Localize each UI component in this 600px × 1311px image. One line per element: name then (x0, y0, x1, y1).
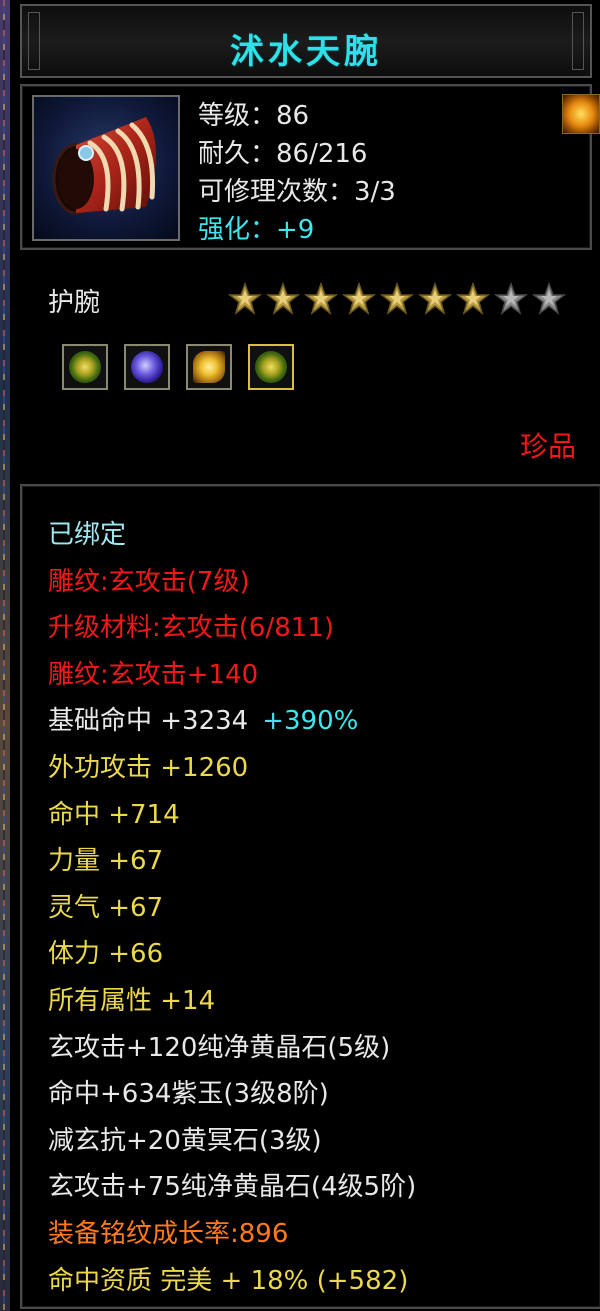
star-filled-icon (380, 282, 414, 315)
attribute-line: 力量 +67 (48, 842, 416, 889)
attribute-line: 外功攻击 +1260 (48, 749, 416, 796)
attribute-line: 命中资质 完美 + 18% (+582) (48, 1262, 416, 1309)
yellow-green-gem-icon[interactable] (62, 344, 108, 390)
purple-jade-gem-icon[interactable] (124, 344, 170, 390)
attribute-text: 已绑定 (48, 520, 127, 550)
attribute-text: 装备铭纹成长率:896 (48, 1218, 289, 1249)
attribute-line: 命中 +714 (48, 796, 416, 843)
star-filled-icon (342, 282, 376, 315)
attribute-text: 命中资质 完美 + 18% (+582) (48, 1265, 409, 1296)
star-filled-icon (456, 282, 490, 315)
item-enhance: 强化：+9 (198, 215, 315, 245)
attribute-bonus-percent: +390% (262, 706, 359, 737)
attribute-line: 减玄抗+20黄冥石(3级) (48, 1122, 416, 1169)
attribute-text: 灵气 +67 (48, 892, 164, 923)
attribute-text: 所有属性 +14 (48, 985, 216, 1016)
item-quality: 珍品 (519, 430, 576, 463)
attribute-text: 力量 +67 (48, 846, 164, 877)
attribute-line: 雕纹:玄攻击+140 (48, 656, 416, 703)
attribute-text: 雕纹:玄攻击+140 (48, 659, 259, 690)
item-type: 护腕 (48, 288, 101, 318)
star-rating (228, 282, 566, 316)
attribute-text: 玄攻击+120纯净黄晶石(5级) (48, 1032, 391, 1063)
item-repair-count: 可修理次数：3/3 (198, 177, 396, 207)
attribute-line: 体力 +66 (48, 935, 416, 982)
yellow-crystal-gem-icon[interactable] (186, 344, 232, 390)
star-filled-icon (228, 282, 262, 315)
star-empty-icon (532, 282, 566, 315)
title-bar: 沭水天腕 (20, 4, 592, 78)
attribute-text: 减玄抗+20黄冥石(3级) (48, 1125, 322, 1156)
attribute-line: 所有属性 +14 (48, 982, 416, 1029)
attribute-line: 升级材料:玄攻击(6/811) (48, 609, 416, 656)
item-name: 沭水天腕 (230, 32, 382, 72)
attribute-text: 命中+634紫玉(3级8阶) (48, 1079, 329, 1110)
item-durability: 耐久：86/216 (198, 139, 368, 169)
star-filled-icon (418, 282, 452, 315)
attribute-text: 命中 +714 (48, 799, 180, 830)
bracer-icon (32, 95, 180, 241)
attribute-text: 体力 +66 (48, 939, 164, 970)
item-level: 等级：86 (198, 101, 310, 131)
attribute-text: 玄攻击+75纯净黄晶石(4级5阶) (48, 1172, 417, 1203)
background-edge (0, 0, 10, 1311)
attribute-line: 命中+634紫玉(3级8阶) (48, 1075, 416, 1122)
attribute-line: 灵气 +67 (48, 889, 416, 936)
attribute-list: 已绑定雕纹:玄攻击(7级) 升级材料:玄攻击(6/811) 雕纹:玄攻击+140 基础… (48, 516, 416, 1308)
attribute-text: 基础命中 +3234 (48, 706, 249, 737)
attribute-line: 装备铭纹成长率:896 (48, 1215, 416, 1262)
yellow-green-gem-icon[interactable] (248, 344, 294, 390)
attribute-line: 玄攻击+120纯净黄晶石(5级) (48, 1029, 416, 1076)
flame-badge-icon (562, 94, 600, 134)
gem-slots (62, 344, 294, 390)
item-tooltip: 沭水天腕 等级：86 耐久：86/216 可修理次数：3/3 强化：+9 护腕 … (10, 0, 600, 1311)
attribute-line: 已绑定 (48, 516, 416, 563)
star-filled-icon (304, 282, 338, 315)
star-filled-icon (266, 282, 300, 315)
attribute-text: 雕纹:玄攻击(7级) (48, 566, 250, 597)
attribute-text: 外功攻击 +1260 (48, 752, 249, 783)
star-empty-icon (494, 282, 528, 315)
attribute-line: 雕纹:玄攻击(7级) (48, 563, 416, 610)
attribute-text: 升级材料:玄攻击(6/811) (48, 613, 334, 644)
attribute-line: 玄攻击+75纯净黄晶石(4级5阶) (48, 1168, 416, 1215)
attribute-line: 基础命中 +3234 +390% (48, 702, 416, 749)
